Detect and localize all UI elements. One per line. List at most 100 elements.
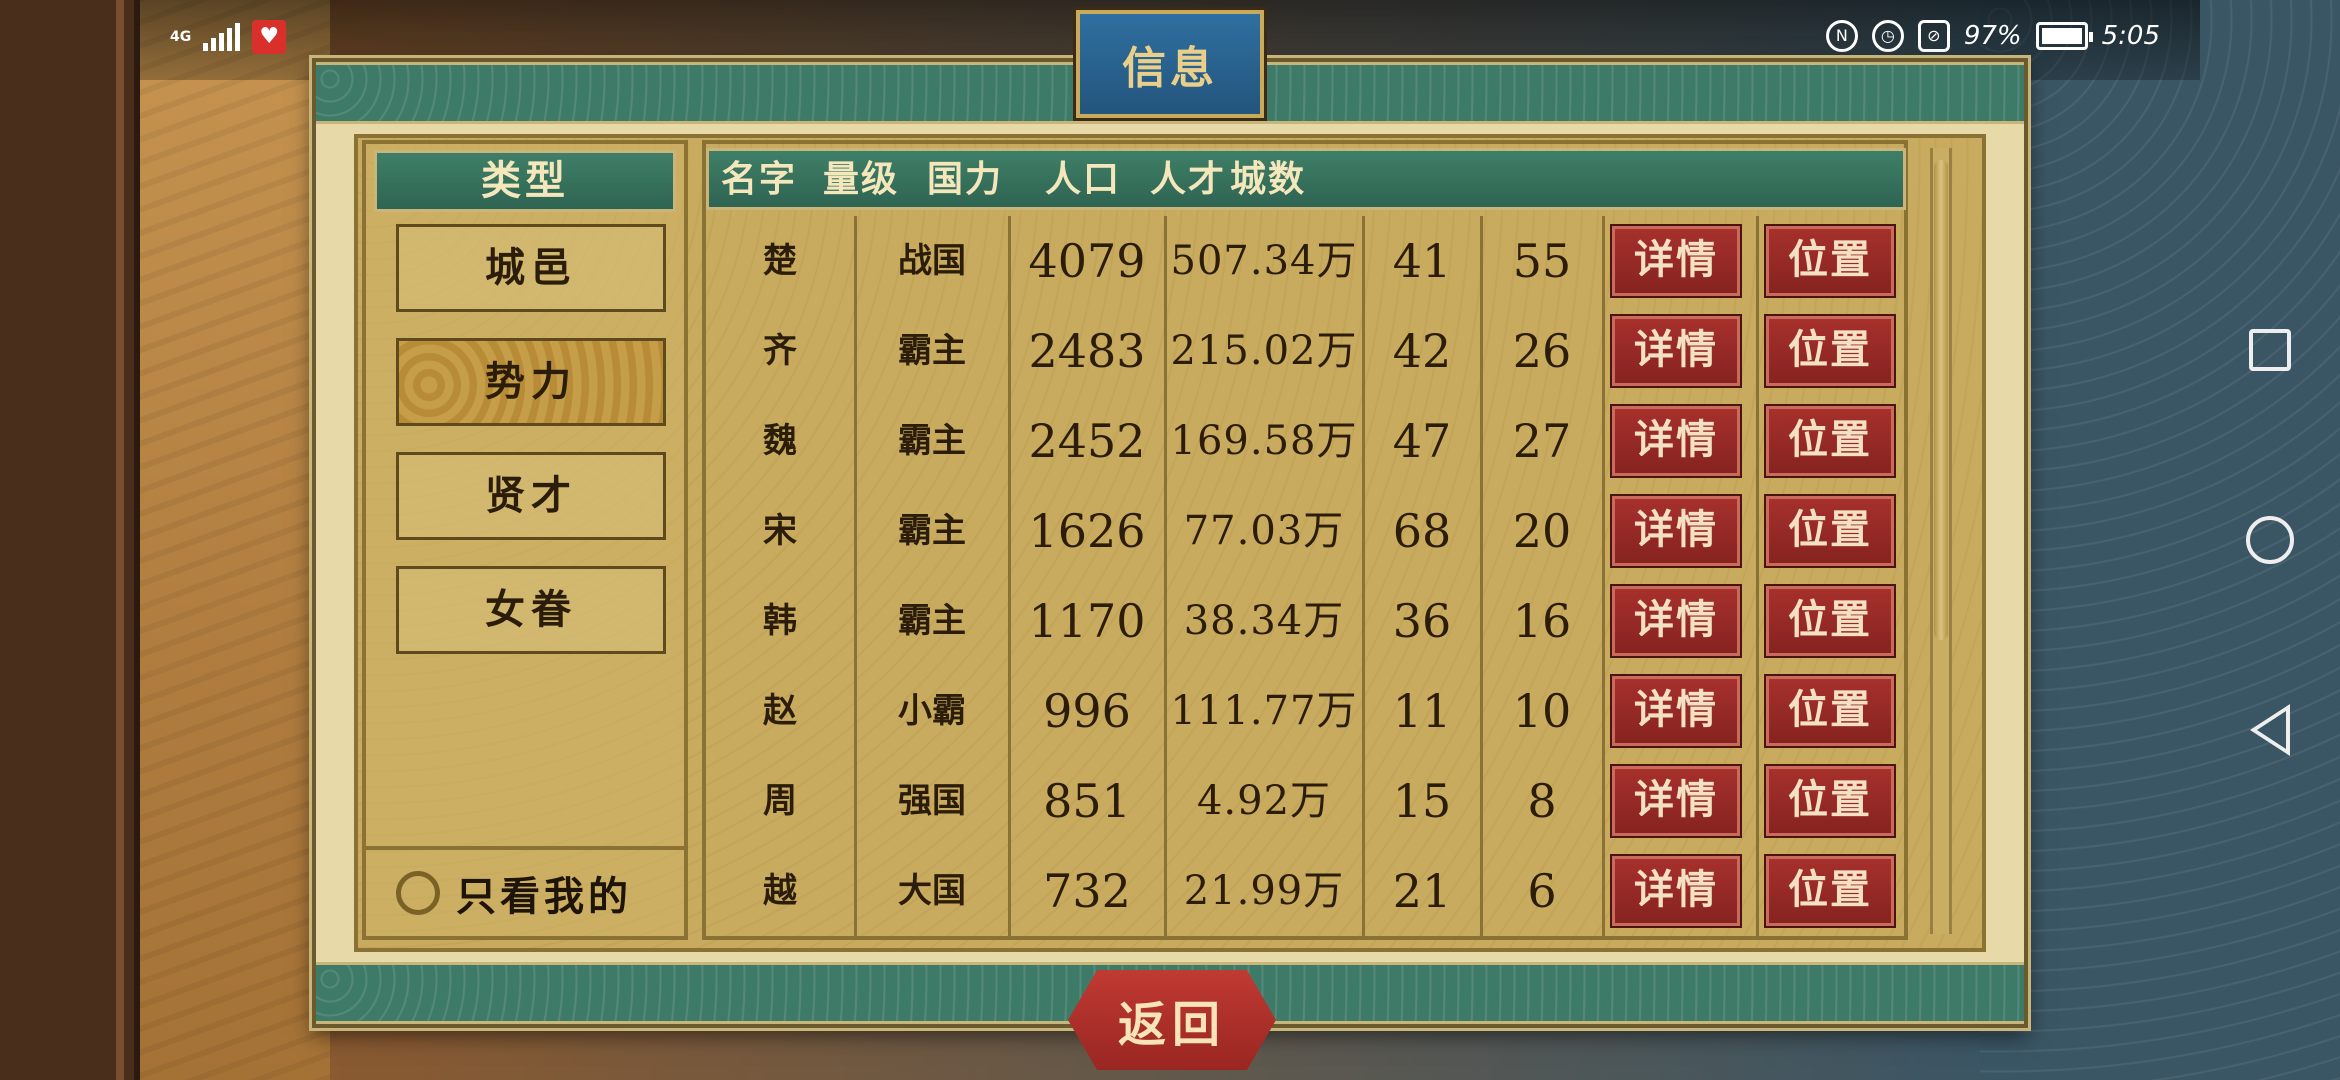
battery-percent: 97% (1963, 21, 2022, 51)
location-button[interactable]: 位置 (1766, 406, 1894, 476)
table-body: 楚战国 4079 507.34万 41 55 详情 位置齐霸主 2483 215.02万 42 26… (706, 216, 1906, 938)
cell-power: 2452 (1028, 414, 1146, 468)
bell-off-icon: ⊘ (1917, 20, 1950, 52)
only-mine-label: 只看我的 (456, 873, 632, 920)
location-button[interactable]: 位置 (1766, 856, 1894, 926)
table-row: 楚 战国 4079 507.34万 41 55 详情 位置 (706, 216, 1906, 306)
cell-level: 强国 (898, 781, 966, 821)
location-button[interactable]: 位置 (1766, 586, 1894, 656)
cell-talent: 11 (1392, 684, 1452, 738)
cell-population: 111.77万 (1170, 688, 1358, 734)
location-button[interactable]: 位置 (1766, 676, 1894, 746)
cell-population: 507.34万 (1170, 238, 1358, 284)
detail-button[interactable]: 详情 (1612, 316, 1740, 386)
recent-apps-button[interactable] (2240, 320, 2300, 380)
network-type: 4G (170, 29, 192, 45)
location-button[interactable]: 位置 (1766, 496, 1894, 566)
column-header-population: 人口 (1044, 158, 1121, 200)
frame-left (0, 0, 140, 1080)
cell-cities: 8 (1527, 774, 1557, 828)
cell-talent: 36 (1392, 594, 1452, 648)
category-button-family[interactable]: 女眷 (396, 566, 666, 654)
table-row: 周 强国 851 4.92万 15 8 详情 位置 (706, 756, 1906, 846)
table-row: 齐 霸主 2483 215.02万 42 26 详情 位置 (706, 306, 1906, 396)
category-button-talents[interactable]: 贤才 (396, 452, 666, 540)
cell-name: 宋 (763, 511, 797, 551)
category-panel: 类型 城邑 势力 贤才 女眷 只看我的 (362, 140, 688, 940)
cell-cities: 16 (1512, 594, 1572, 648)
cell-power: 732 (1043, 864, 1131, 918)
battery-icon (2035, 22, 2093, 50)
cell-talent: 68 (1392, 504, 1452, 558)
detail-button[interactable]: 详情 (1612, 226, 1740, 296)
cell-cities: 27 (1512, 414, 1572, 468)
back-button[interactable] (2240, 700, 2300, 760)
cell-population: 215.02万 (1170, 328, 1358, 374)
cell-power: 996 (1043, 684, 1131, 738)
cell-name: 韩 (763, 601, 797, 641)
cell-level: 霸主 (898, 421, 966, 461)
detail-button[interactable]: 详情 (1612, 586, 1740, 656)
dialog-title: 信息 (1122, 43, 1218, 94)
cell-talent: 47 (1392, 414, 1452, 468)
signal-bars-icon (203, 23, 241, 51)
cell-talent: 21 (1392, 864, 1452, 918)
cell-level: 霸主 (898, 601, 966, 641)
category-header: 类型 (374, 150, 676, 212)
cell-talent: 42 (1392, 324, 1452, 378)
location-button[interactable]: 位置 (1766, 226, 1894, 296)
column-header-name: 名字 (720, 158, 797, 200)
table-row: 韩 霸主 1170 38.34万 36 16 详情 位置 (706, 576, 1906, 666)
heart-app-icon: ♥ (252, 20, 287, 54)
cell-power: 4079 (1028, 234, 1146, 288)
circle-icon (2246, 516, 2294, 564)
detail-button[interactable]: 详情 (1612, 406, 1740, 476)
detail-button[interactable]: 详情 (1612, 496, 1740, 566)
cell-power: 851 (1043, 774, 1131, 828)
only-mine-toggle[interactable]: 只看我的 (366, 846, 684, 936)
cell-level: 霸主 (898, 511, 966, 551)
cell-talent: 41 (1392, 234, 1452, 288)
column-header-cities: 城数 (1229, 158, 1306, 200)
table-row: 越 大国 732 21.99万 21 6 详情 位置 (706, 846, 1906, 936)
cell-population: 4.92万 (1196, 778, 1332, 824)
cell-population: 77.03万 (1183, 508, 1345, 554)
location-button[interactable]: 位置 (1766, 766, 1894, 836)
column-header-level: 量级 (822, 158, 899, 200)
detail-button[interactable]: 详情 (1612, 676, 1740, 746)
return-label: 返回 (1117, 997, 1226, 1053)
scrollbar-thumb[interactable] (1934, 160, 1948, 640)
cell-cities: 10 (1512, 684, 1572, 738)
table-row: 魏 霸主 2452 169.58万 47 27 详情 位置 (706, 396, 1906, 486)
dialog-title-plaque: 信息 (1076, 10, 1264, 118)
cell-name: 周 (763, 781, 797, 821)
cell-level: 霸主 (898, 331, 966, 371)
cell-cities: 20 (1512, 504, 1572, 558)
return-button[interactable]: 返回 (1068, 970, 1276, 1070)
cell-power: 2483 (1028, 324, 1146, 378)
cell-level: 大国 (898, 871, 966, 911)
home-button[interactable] (2240, 510, 2300, 570)
cell-power: 1170 (1028, 594, 1146, 648)
cell-level: 小霸 (898, 691, 966, 731)
cell-name: 楚 (763, 241, 797, 281)
square-icon (2249, 329, 2291, 371)
column-header-talent: 人才 (1149, 158, 1226, 200)
location-button[interactable]: 位置 (1766, 316, 1894, 386)
cell-population: 169.58万 (1170, 418, 1358, 464)
column-header-power: 国力 (926, 158, 1003, 200)
only-mine-radio[interactable] (396, 871, 440, 915)
triangle-back-icon (2250, 704, 2290, 756)
category-button-factions[interactable]: 势力 (396, 338, 666, 426)
detail-button[interactable]: 详情 (1612, 856, 1740, 926)
category-button-cities[interactable]: 城邑 (396, 224, 666, 312)
cell-cities: 26 (1512, 324, 1572, 378)
clock: 5:05 (2101, 21, 2160, 51)
cell-cities: 55 (1512, 234, 1572, 288)
alarm-icon: ◷ (1871, 20, 1904, 52)
navigation-bar (2200, 0, 2340, 1080)
cell-name: 越 (763, 871, 797, 911)
cell-level: 战国 (898, 241, 966, 281)
detail-button[interactable]: 详情 (1612, 766, 1740, 836)
faction-table: 名字 量级 国力 人口 人才 城数 楚战国 4079 507.34万 41 55 详情 位置… (702, 140, 1908, 940)
